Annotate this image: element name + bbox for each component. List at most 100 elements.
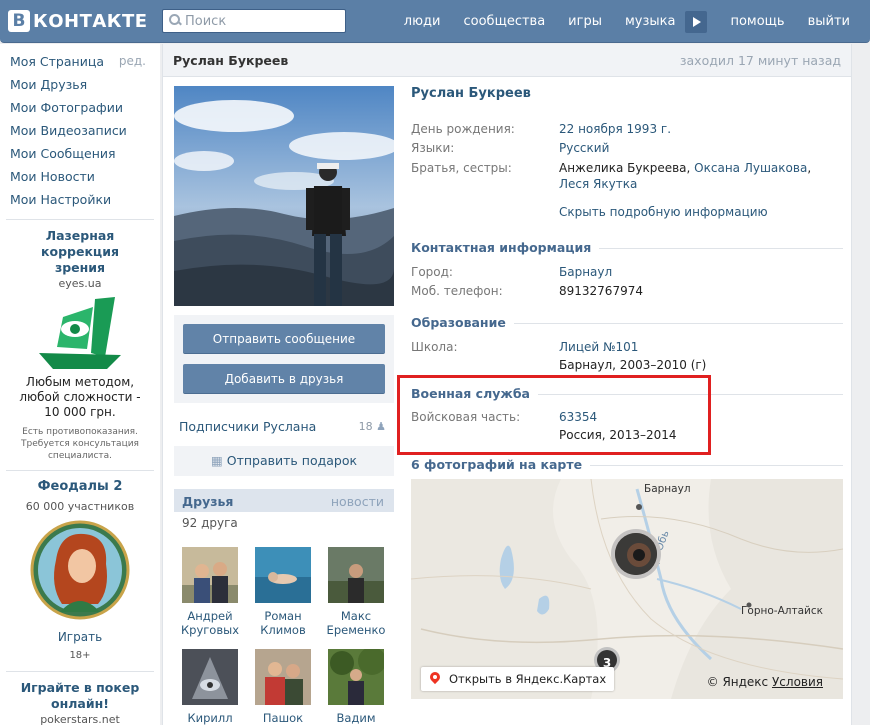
info-label: Языки: (411, 141, 455, 155)
divider (6, 219, 154, 220)
sidebar-item-news[interactable]: Мои Новости (0, 165, 160, 188)
school-link[interactable]: Лицей №101 (559, 339, 839, 355)
section-education: Образование (411, 315, 843, 331)
sidebar-item-messages[interactable]: Мои Сообщения (0, 142, 160, 165)
map-terms-link[interactable]: Условия (772, 675, 823, 689)
nav-logout[interactable]: выйти (808, 14, 850, 29)
nav-music[interactable]: музыка (625, 14, 676, 29)
ad-disclaimer: Есть противопоказания. Требуется консуль… (21, 427, 139, 461)
friend-avatar[interactable] (328, 547, 384, 603)
ad-poker[interactable]: Играйте в покер онлайн! pokerstars.net (0, 680, 160, 725)
friend-avatar[interactable] (328, 649, 384, 705)
ship-eye-logo-icon[interactable] (35, 295, 125, 373)
siblings-list: Анжелика Букреева, Оксана Лушакова, Леся… (559, 161, 812, 191)
language-link[interactable]: Русский (559, 140, 839, 156)
sidebar-item-settings[interactable]: Мои Настройки (0, 188, 160, 211)
ad-feodaly[interactable]: Феодалы 2 60 000 участников Играть 18+ (0, 479, 160, 663)
friend-name[interactable]: Андрей Круговых (175, 609, 245, 637)
friend-name[interactable]: Вадим (321, 711, 391, 725)
city-link[interactable]: Барнаул (559, 264, 839, 280)
sibling-link[interactable]: Анжелика Букреева (559, 161, 687, 175)
subscribers-row[interactable]: Подписчики Руслана 18 ♟ (174, 414, 394, 438)
profile-actions: Отправить сообщение Добавить в друзья (174, 315, 394, 403)
school-detail: Барнаул, 2003–2010 (г) (559, 358, 707, 372)
info-label: Школа: (411, 340, 458, 354)
sidebar-item-videos[interactable]: Мои Видеозаписи (0, 119, 160, 142)
ad-title[interactable]: Лазерная коррекция зрения (6, 228, 154, 276)
birthday-link[interactable]: 22 ноября 1993 г. (559, 121, 839, 137)
logo-word: КОНТАКТЕ (33, 10, 148, 32)
ad-text: Любым методом, любой сложности - 10 000 … (19, 375, 141, 419)
map-canvas (411, 479, 843, 699)
send-gift-button[interactable]: ▦ Отправить подарок (174, 446, 394, 476)
gift-label: Отправить подарок (226, 453, 358, 468)
game-character-avatar[interactable] (30, 520, 130, 620)
friends-header[interactable]: Друзья новости (174, 489, 394, 512)
add-friend-button[interactable]: Добавить в друзья (183, 364, 385, 394)
play-icon[interactable] (685, 10, 708, 33)
profile-title-bar: Руслан Букреев заходил 17 минут назад (163, 44, 851, 77)
friend-item[interactable]: Роман Климов (248, 547, 318, 637)
friend-name[interactable]: Макс Еременко (321, 609, 391, 637)
page-title: Руслан Букреев (173, 53, 289, 68)
sibling-link[interactable]: Оксана Лушакова (694, 161, 807, 175)
friend-avatar[interactable] (255, 547, 311, 603)
nav-communities[interactable]: сообщества (464, 14, 546, 29)
subscribers-count: 18 ♟ (358, 420, 386, 433)
send-message-button[interactable]: Отправить сообщение (183, 324, 385, 354)
profile-photo[interactable] (174, 86, 394, 306)
section-title[interactable]: 6 фотографий на карте (411, 457, 591, 472)
friends-count: 92 друга (182, 516, 238, 530)
friend-name[interactable]: Роман Климов (248, 609, 318, 637)
logo-letter: В (8, 10, 30, 32)
sibling-link[interactable]: Леся Якутка (559, 177, 637, 191)
nav-people[interactable]: люди (404, 14, 441, 29)
ad-laser[interactable]: Лазерная коррекция зрения eyes.ua Любым … (0, 228, 160, 462)
search-input[interactable] (185, 13, 335, 29)
friend-item[interactable]: Пашок (248, 649, 318, 725)
map-label-gorno-altaysk: Горно-Алтайск (741, 605, 823, 617)
sidebar-item-photos[interactable]: Мои Фотографии (0, 96, 160, 119)
friend-avatar[interactable] (182, 649, 238, 705)
school-value: Лицей №101 Барнаул, 2003–2010 (г) (559, 339, 839, 373)
friend-item[interactable]: Вадим (321, 649, 391, 725)
friend-avatar[interactable] (255, 649, 311, 705)
info-label: День рождения: (411, 122, 515, 136)
friend-item[interactable]: Макс Еременко (321, 547, 391, 637)
top-nav: люди сообщества игры музыка помощь выйти (381, 0, 850, 43)
ad-domain: eyes.ua (58, 277, 102, 290)
photo-map[interactable]: Барнаул Горно-Алтайск р. Обь 3 Открыть в… (411, 479, 843, 699)
ad-title[interactable]: Феодалы 2 (6, 479, 154, 495)
search-box[interactable] (162, 9, 346, 33)
friend-item[interactable]: Кирилл (175, 649, 245, 725)
hide-details-link[interactable]: Скрыть подробную информацию (559, 205, 768, 219)
nav-help[interactable]: помощь (730, 14, 784, 29)
highlight-box-military (397, 375, 711, 455)
ad-domain: pokerstars.net (40, 713, 120, 725)
open-maps-label: Открыть в Яндекс.Картах (449, 672, 607, 686)
friend-item[interactable]: Андрей Круговых (175, 547, 245, 637)
friend-name[interactable]: Кирилл (175, 711, 245, 725)
search-icon (167, 12, 185, 30)
edit-link[interactable]: ред. (119, 50, 146, 73)
friends-title[interactable]: Друзья (182, 494, 233, 509)
sidebar-item-label: Моя Страница (10, 54, 104, 69)
play-link[interactable]: Играть (6, 630, 154, 644)
open-yandex-maps-button[interactable]: Открыть в Яндекс.Картах (421, 667, 615, 691)
ad-title[interactable]: Играйте в покер онлайн! (6, 680, 154, 712)
friend-avatar[interactable] (182, 547, 238, 603)
section-title: Образование (411, 315, 514, 330)
sidebar-item-friends[interactable]: Мои Друзья (0, 73, 160, 96)
friend-name[interactable]: Пашок (248, 711, 318, 725)
vk-logo[interactable]: В КОНТАКТЕ (8, 9, 148, 33)
user-icon: ♟ (376, 420, 386, 433)
left-sidebar: Моя Страница ред. Мои Друзья Мои Фотогра… (0, 44, 160, 725)
nav-games[interactable]: игры (568, 14, 602, 29)
section-map: 6 фотографий на карте (411, 457, 843, 473)
friends-news-link[interactable]: новости (331, 494, 384, 509)
subscribers-label: Подписчики Руслана (179, 419, 317, 434)
ad-members: 60 000 участников (25, 500, 135, 513)
info-label: Братья, сестры: (411, 161, 512, 175)
map-photo-marker[interactable] (611, 529, 661, 579)
sidebar-item-my-page[interactable]: Моя Страница ред. (0, 50, 160, 73)
